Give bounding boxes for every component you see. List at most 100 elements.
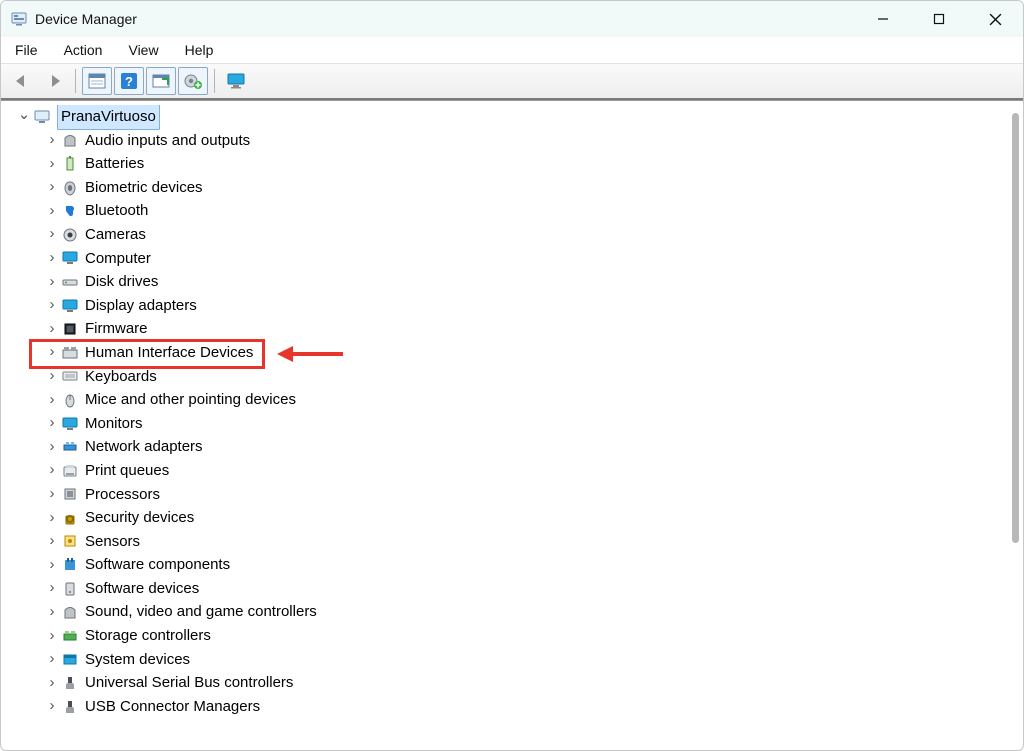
- tree-item-human-interface-devices[interactable]: Human Interface Devices: [9, 341, 1005, 365]
- biometric-icon: [61, 179, 79, 197]
- tree-item-sensors[interactable]: Sensors: [9, 530, 1005, 554]
- maximize-button[interactable]: [911, 1, 967, 37]
- tree-item-label: Keyboards: [85, 365, 157, 389]
- tree-item-label: Bluetooth: [85, 199, 148, 223]
- chevron-right-icon[interactable]: [45, 553, 59, 578]
- security-icon: [61, 509, 79, 527]
- toolbar-back[interactable]: [7, 67, 37, 95]
- chevron-right-icon[interactable]: [45, 246, 59, 271]
- toolbar-forward[interactable]: [39, 67, 69, 95]
- tree-item-usb-connector-managers[interactable]: USB Connector Managers: [9, 695, 1005, 719]
- menu-view[interactable]: View: [124, 40, 162, 60]
- chevron-right-icon[interactable]: [45, 175, 59, 200]
- printer-icon: [61, 462, 79, 480]
- menubar: File Action View Help: [1, 37, 1023, 64]
- chevron-right-icon[interactable]: [45, 671, 59, 696]
- tree-item-label: Sensors: [85, 530, 140, 554]
- chevron-right-icon[interactable]: [45, 364, 59, 389]
- tree-item-computer[interactable]: Computer: [9, 247, 1005, 271]
- tree-item-software-components[interactable]: Software components: [9, 553, 1005, 577]
- tree-item-audio-inputs-and-outputs[interactable]: Audio inputs and outputs: [9, 129, 1005, 153]
- minimize-button[interactable]: [855, 1, 911, 37]
- tree-item-print-queues[interactable]: Print queues: [9, 459, 1005, 483]
- chevron-right-icon[interactable]: [45, 388, 59, 413]
- tree-item-storage-controllers[interactable]: Storage controllers: [9, 624, 1005, 648]
- tree-item-label: Batteries: [85, 152, 144, 176]
- tree-item-label: Display adapters: [85, 294, 197, 318]
- network-icon: [61, 438, 79, 456]
- toolbar-properties[interactable]: [82, 67, 112, 95]
- camera-icon: [61, 226, 79, 244]
- tree-item-label: Storage controllers: [85, 624, 211, 648]
- toolbar-add-driver[interactable]: [178, 67, 208, 95]
- tree-item-batteries[interactable]: Batteries: [9, 152, 1005, 176]
- titlebar: Device Manager: [1, 1, 1023, 37]
- close-button[interactable]: [967, 1, 1023, 37]
- chevron-right-icon[interactable]: [45, 529, 59, 554]
- tree-item-security-devices[interactable]: Security devices: [9, 506, 1005, 530]
- chevron-right-icon[interactable]: [45, 694, 59, 719]
- tree-root[interactable]: PranaVirtuoso: [9, 105, 1005, 129]
- chevron-right-icon[interactable]: [45, 293, 59, 318]
- chevron-right-icon[interactable]: [45, 624, 59, 649]
- audio-icon: [61, 131, 79, 149]
- window-title: Device Manager: [35, 11, 137, 27]
- disk-icon: [61, 273, 79, 291]
- chevron-right-icon[interactable]: [45, 411, 59, 436]
- chevron-right-icon[interactable]: [45, 222, 59, 247]
- chevron-right-icon[interactable]: [45, 317, 59, 342]
- chevron-right-icon[interactable]: [45, 152, 59, 177]
- tree-item-universal-serial-bus-controllers[interactable]: Universal Serial Bus controllers: [9, 671, 1005, 695]
- chevron-right-icon[interactable]: [45, 199, 59, 224]
- tree-item-processors[interactable]: Processors: [9, 483, 1005, 507]
- toolbar-scan[interactable]: [146, 67, 176, 95]
- tree-item-display-adapters[interactable]: Display adapters: [9, 294, 1005, 318]
- chevron-right-icon[interactable]: [45, 435, 59, 460]
- tree-item-bluetooth[interactable]: Bluetooth: [9, 199, 1005, 223]
- window-controls: [855, 1, 1023, 37]
- toolbar-help[interactable]: ?: [114, 67, 144, 95]
- tree-item-label: Mice and other pointing devices: [85, 388, 296, 412]
- chevron-down-icon[interactable]: [17, 105, 31, 129]
- tree-item-label: Sound, video and game controllers: [85, 600, 317, 624]
- tree-item-cameras[interactable]: Cameras: [9, 223, 1005, 247]
- tree-item-label: Software components: [85, 553, 230, 577]
- tree-item-biometric-devices[interactable]: Biometric devices: [9, 176, 1005, 200]
- chevron-right-icon[interactable]: [45, 600, 59, 625]
- usb-icon: [61, 674, 79, 692]
- chevron-right-icon[interactable]: [45, 270, 59, 295]
- tree-item-monitors[interactable]: Monitors: [9, 412, 1005, 436]
- tree-item-label: Universal Serial Bus controllers: [85, 671, 293, 695]
- tree-item-label: Cameras: [85, 223, 146, 247]
- tree-item-system-devices[interactable]: System devices: [9, 648, 1005, 672]
- menu-help[interactable]: Help: [181, 40, 218, 60]
- tree-item-mice-and-other-pointing-devices[interactable]: Mice and other pointing devices: [9, 388, 1005, 412]
- device-manager-window: Device Manager File Action View Help: [0, 0, 1024, 751]
- chevron-right-icon[interactable]: [45, 647, 59, 672]
- sensor-icon: [61, 532, 79, 550]
- chevron-right-icon[interactable]: [45, 458, 59, 483]
- menu-action[interactable]: Action: [60, 40, 107, 60]
- firmware-icon: [61, 320, 79, 338]
- hid-icon: [61, 344, 79, 362]
- tree-item-keyboards[interactable]: Keyboards: [9, 365, 1005, 389]
- device-tree[interactable]: PranaVirtuosoAudio inputs and outputsBat…: [9, 105, 1005, 746]
- tree-item-disk-drives[interactable]: Disk drives: [9, 270, 1005, 294]
- chevron-right-icon[interactable]: [45, 506, 59, 531]
- tree-item-software-devices[interactable]: Software devices: [9, 577, 1005, 601]
- tree-item-firmware[interactable]: Firmware: [9, 317, 1005, 341]
- tree-item-sound-video-and-game-controllers[interactable]: Sound, video and game controllers: [9, 600, 1005, 624]
- tree-item-label: Software devices: [85, 577, 199, 601]
- menu-file[interactable]: File: [11, 40, 42, 60]
- chevron-right-icon[interactable]: [45, 128, 59, 153]
- toolbar: ?: [1, 64, 1023, 100]
- scrollbar[interactable]: [1012, 113, 1019, 543]
- tree-item-label: Monitors: [85, 412, 143, 436]
- tree-item-network-adapters[interactable]: Network adapters: [9, 435, 1005, 459]
- toolbar-monitor[interactable]: [221, 67, 251, 95]
- chevron-right-icon[interactable]: [45, 340, 59, 365]
- toolbar-separator: [75, 69, 76, 93]
- chevron-right-icon[interactable]: [45, 576, 59, 601]
- chevron-right-icon[interactable]: [45, 482, 59, 507]
- tree-item-label: Firmware: [85, 317, 148, 341]
